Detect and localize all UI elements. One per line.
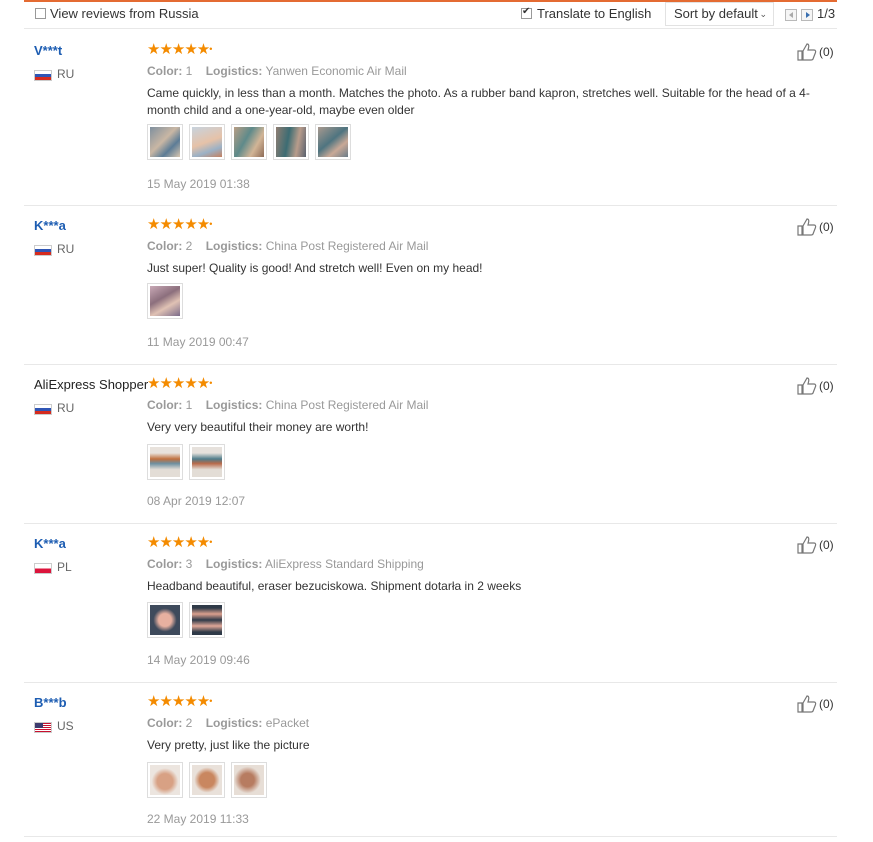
chevron-down-icon: ⌄: [759, 9, 767, 19]
like-button[interactable]: (0): [797, 218, 834, 236]
review-photo[interactable]: [147, 124, 183, 160]
logistics-value: China Post Registered Air Mail: [265, 239, 429, 253]
logistics-value: China Post Registered Air Mail: [265, 398, 429, 412]
review-item: K***a RU ★★★★★• Color: 2 Logistics: Chin…: [24, 207, 837, 366]
review-photo[interactable]: [189, 602, 225, 638]
review-photo[interactable]: [147, 283, 183, 319]
view-russia-label[interactable]: View reviews from Russia: [50, 6, 199, 21]
review-divider: [24, 523, 837, 524]
review-photo[interactable]: [231, 124, 267, 160]
thumbs-up-icon: [797, 43, 817, 61]
page-next-button[interactable]: [801, 9, 813, 21]
review-photos: [147, 602, 225, 638]
like-button[interactable]: (0): [797, 536, 834, 554]
view-russia-checkbox[interactable]: [35, 8, 46, 19]
reviewer-country: RU: [57, 242, 75, 256]
review-photo[interactable]: [189, 444, 225, 480]
order-info: Color: 3 Logistics: AliExpress Standard …: [147, 557, 424, 571]
review-photo[interactable]: [147, 602, 183, 638]
flag-icon: [34, 563, 52, 574]
review-item: K***a PL ★★★★★• Color: 3 Logistics: AliE…: [24, 525, 837, 684]
star-rating: ★★★★★•: [147, 534, 212, 551]
order-info: Color: 1 Logistics: Yanwen Economic Air …: [147, 64, 407, 78]
review-comment: Very pretty, just like the picture: [147, 738, 310, 752]
star-rating: ★★★★★•: [147, 375, 212, 392]
thumbs-up-icon: [797, 218, 817, 236]
order-info: Color: 2 Logistics: ePacket: [147, 716, 310, 730]
like-count: (0): [819, 45, 834, 59]
color-value: 3: [185, 557, 193, 571]
review-divider: [24, 205, 837, 206]
logistics-value: ePacket: [265, 716, 310, 730]
review-date: 15 May 2019 01:38: [147, 177, 250, 191]
review-item: B***b US ★★★★★• Color: 2 Logistics: ePac…: [24, 684, 837, 842]
review-toolbar: View reviews from Russia Translate to En…: [24, 2, 837, 29]
reviewer-name[interactable]: AliExpress Shopper: [34, 377, 148, 392]
reviewer-country: US: [57, 719, 74, 733]
sort-dropdown[interactable]: Sort by default ⌄: [665, 2, 774, 26]
review-photo[interactable]: [231, 762, 267, 798]
review-divider: [24, 364, 837, 365]
review-date: 22 May 2019 11:33: [147, 812, 249, 826]
reviewer-name[interactable]: V***t: [34, 43, 62, 58]
color-value: 1: [185, 64, 193, 78]
like-count: (0): [819, 220, 834, 234]
reviewer-name[interactable]: K***a: [34, 536, 66, 551]
flag-icon: [34, 404, 52, 415]
review-date: 14 May 2019 09:46: [147, 653, 250, 667]
review-photos: [147, 283, 183, 319]
review-date: 11 May 2019 00:47: [147, 335, 249, 349]
color-value: 2: [185, 239, 193, 253]
like-count: (0): [819, 697, 834, 711]
review-photo[interactable]: [315, 124, 351, 160]
review-photos: [147, 444, 225, 480]
star-rating: ★★★★★•: [147, 693, 212, 710]
review-photos: [147, 762, 267, 798]
reviewer-country: RU: [57, 67, 75, 81]
sort-dropdown-label: Sort by default: [674, 6, 758, 21]
thumbs-up-icon: [797, 695, 817, 713]
reviewer-name[interactable]: K***a: [34, 218, 66, 233]
review-date: 08 Apr 2019 12:07: [147, 494, 246, 508]
thumbs-up-icon: [797, 377, 817, 395]
review-divider: [24, 682, 837, 683]
review-comment: Just super! Quality is good! And stretch…: [147, 261, 483, 275]
flag-icon: [34, 70, 52, 81]
reviewer-country: PL: [57, 560, 72, 574]
star-rating: ★★★★★•: [147, 216, 212, 233]
color-value: 2: [185, 716, 193, 730]
translate-checkbox[interactable]: [521, 6, 532, 19]
like-button[interactable]: (0): [797, 43, 834, 61]
review-photo[interactable]: [147, 444, 183, 480]
review-comment: Came quickly, in less than a month. Matc…: [147, 86, 810, 117]
review-photo[interactable]: [189, 762, 225, 798]
review-photos: [147, 124, 351, 160]
page-indicator: 1/3: [817, 6, 836, 21]
translate-label[interactable]: Translate to English: [537, 6, 651, 21]
review-item: AliExpress Shopper RU ★★★★★• Color: 1 Lo…: [24, 366, 837, 525]
review-photo[interactable]: [273, 124, 309, 160]
review-divider: [24, 836, 837, 837]
flag-icon: [34, 245, 52, 256]
logistics-value: Yanwen Economic Air Mail: [265, 64, 407, 78]
reviewer-name[interactable]: B***b: [34, 695, 67, 710]
logistics-value: AliExpress Standard Shipping: [265, 557, 424, 571]
like-count: (0): [819, 379, 834, 393]
review-photo[interactable]: [147, 762, 183, 798]
like-button[interactable]: (0): [797, 695, 834, 713]
review-item: V***t RU ★★★★★• Color: 1 Logistics: Yanw…: [24, 32, 837, 206]
star-rating: ★★★★★•: [147, 41, 212, 58]
page-prev-button[interactable]: [785, 9, 797, 21]
thumbs-up-icon: [797, 536, 817, 554]
review-comment: Headband beautiful, eraser bezuciskowa. …: [147, 579, 522, 593]
reviewer-country: RU: [57, 401, 75, 415]
like-count: (0): [819, 538, 834, 552]
like-button[interactable]: (0): [797, 377, 834, 395]
color-value: 1: [185, 398, 193, 412]
review-photo[interactable]: [189, 124, 225, 160]
flag-icon: [34, 722, 52, 733]
review-comment: Very very beautiful their money are wort…: [147, 420, 369, 434]
order-info: Color: 1 Logistics: China Post Registere…: [147, 398, 429, 412]
order-info: Color: 2 Logistics: China Post Registere…: [147, 239, 429, 253]
